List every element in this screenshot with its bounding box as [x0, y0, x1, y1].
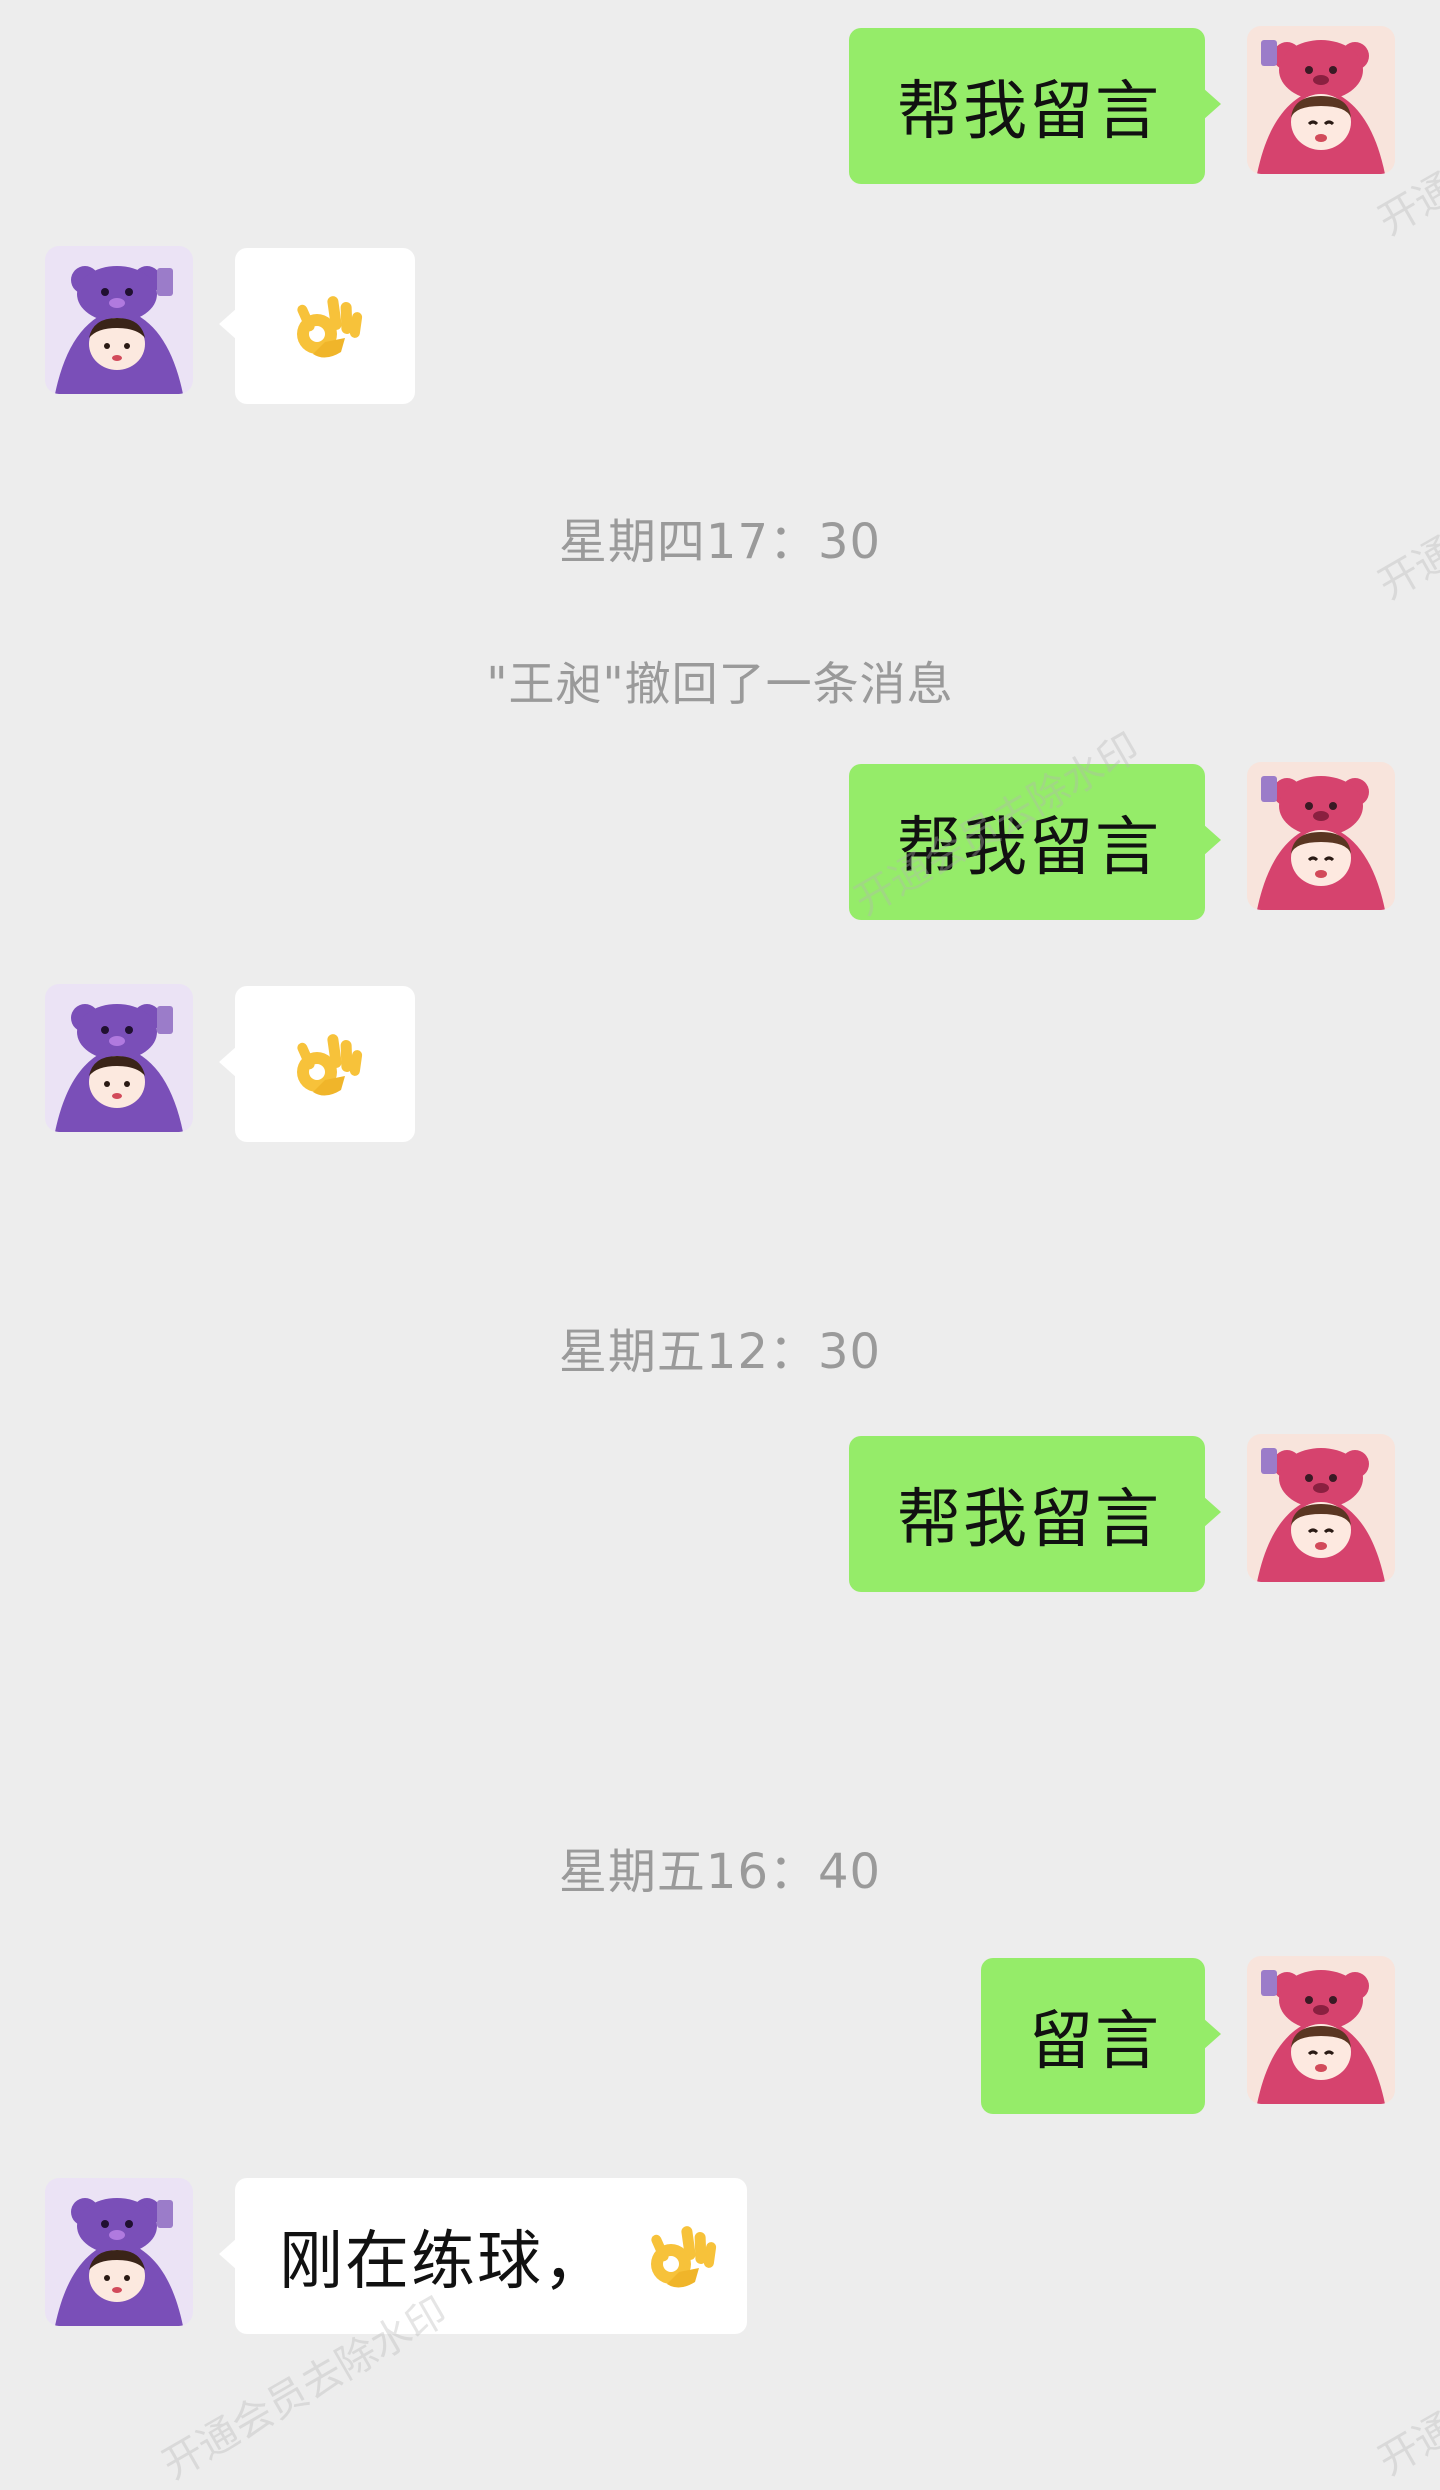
timestamp: 星期五16：40	[558, 1844, 882, 1900]
watermark: 开通	[1371, 2404, 1440, 2485]
message-text: 帮我留言	[897, 811, 1161, 885]
outgoing-message-bubble[interactable]: 帮我留言	[849, 764, 1221, 920]
self-avatar[interactable]	[1247, 1434, 1395, 1582]
message-text: 刚在练球，	[279, 2225, 609, 2299]
self-avatar[interactable]	[1247, 762, 1395, 910]
message-text: 帮我留言	[897, 1483, 1161, 1557]
ok-hand-icon	[285, 1024, 365, 1104]
ok-hand-icon	[639, 2216, 719, 2296]
recall-notice: "王昶"撤回了一条消息	[486, 657, 954, 711]
self-avatar[interactable]	[1247, 26, 1395, 174]
ok-hand-icon	[285, 286, 365, 366]
message-text: 帮我留言	[897, 75, 1161, 149]
message-text: 留言	[1029, 2005, 1161, 2079]
timestamp: 星期五12：30	[558, 1324, 882, 1380]
outgoing-message-bubble[interactable]: 留言	[981, 1958, 1221, 2114]
incoming-message-bubble[interactable]	[219, 986, 415, 1142]
outgoing-message-bubble[interactable]: 帮我留言	[849, 1436, 1221, 1592]
incoming-message-bubble[interactable]	[219, 248, 415, 404]
contact-avatar[interactable]	[45, 2178, 193, 2326]
contact-avatar[interactable]	[45, 984, 193, 1132]
contact-avatar[interactable]	[45, 246, 193, 394]
outgoing-message-bubble[interactable]: 帮我留言	[849, 28, 1221, 184]
incoming-message-bubble[interactable]: 刚在练球，	[219, 2178, 747, 2334]
self-avatar[interactable]	[1247, 1956, 1395, 2104]
timestamp: 星期四17：30	[558, 514, 882, 570]
chat-view[interactable]: 帮我留言 星期四17：30 "王昶"撤回了一条消息 帮我留言 星期五12：30 …	[0, 0, 1440, 2488]
